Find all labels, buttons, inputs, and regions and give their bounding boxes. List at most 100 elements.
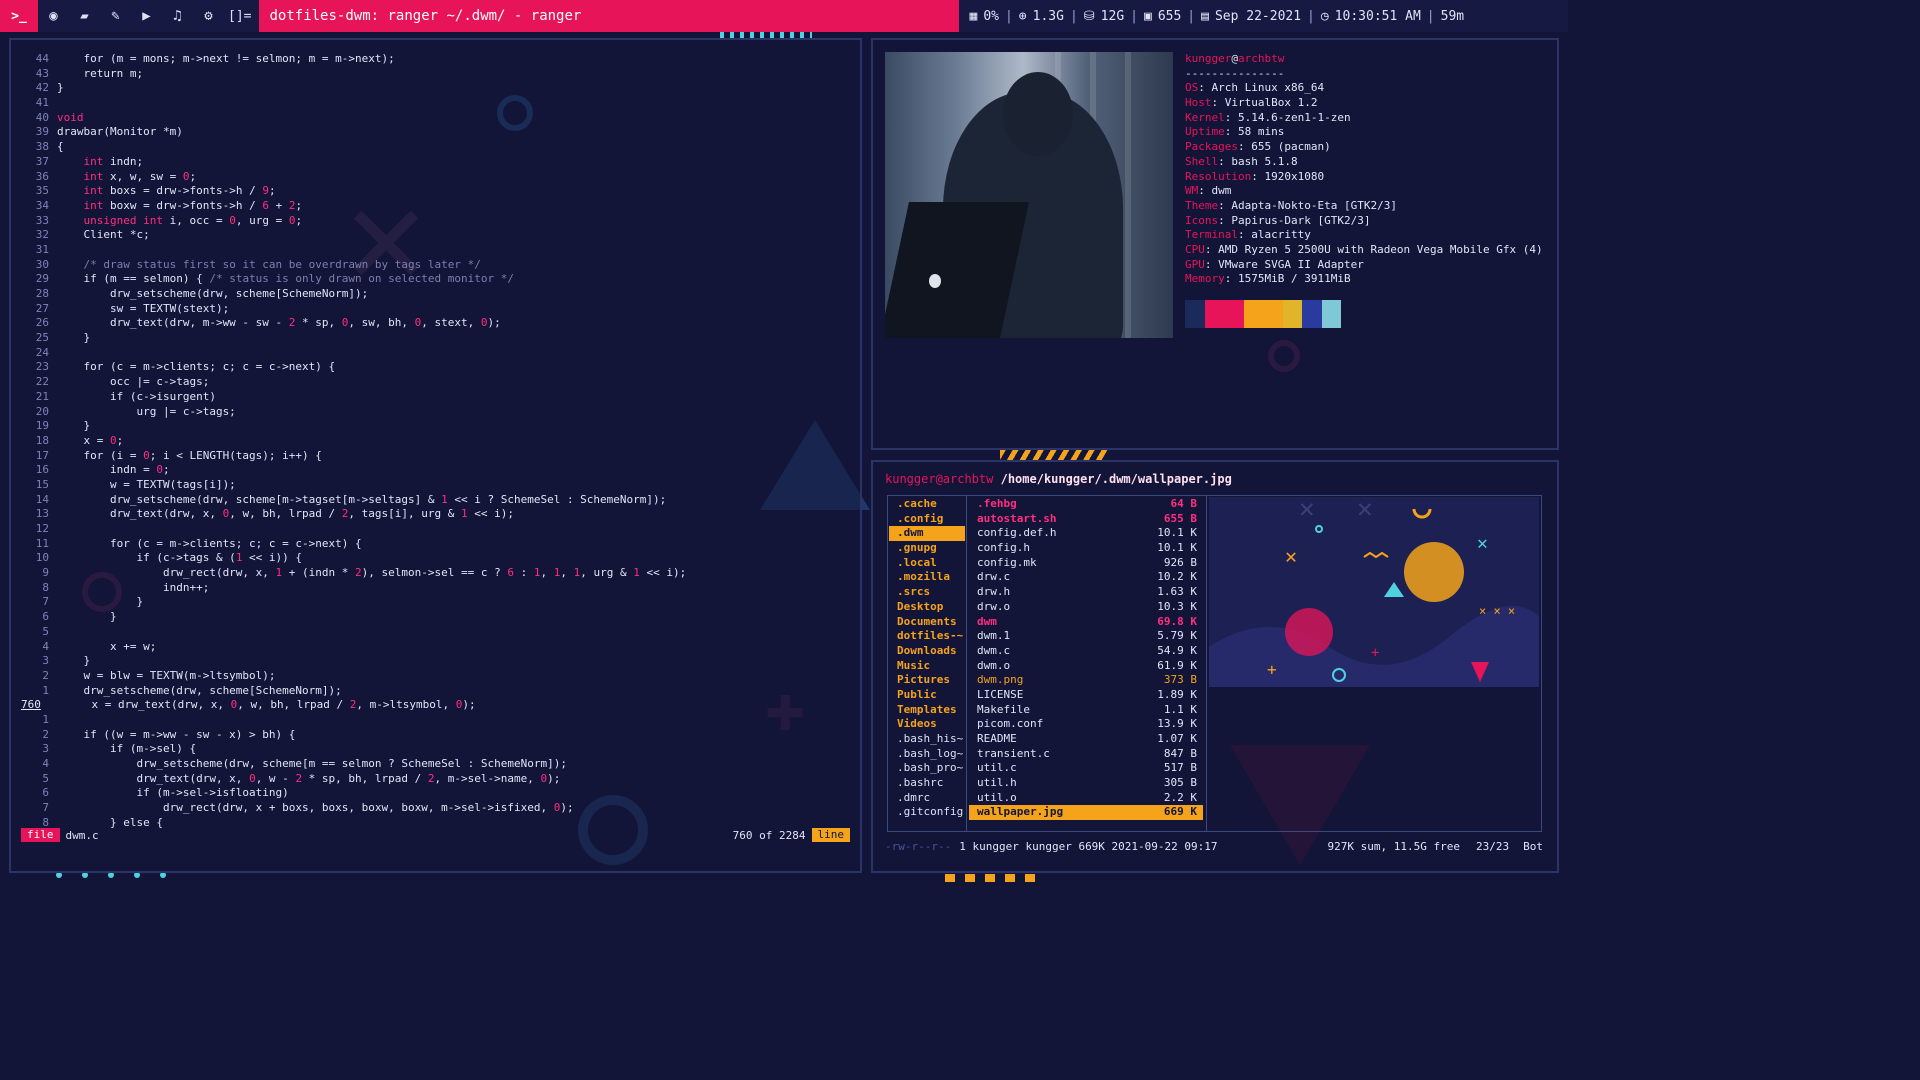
code-line[interactable]: 1 — [21, 713, 686, 728]
file-list-item[interactable]: .fehbg 64 B — [969, 497, 1203, 512]
file-list-item[interactable]: README 1.07 K — [969, 732, 1203, 747]
code-line[interactable]: 7 } — [21, 595, 686, 610]
parent-list-item[interactable]: Music — [889, 659, 965, 674]
file-list-item[interactable]: dwm.c 54.9 K — [969, 644, 1203, 659]
parent-list-item[interactable]: .dmrc — [889, 791, 965, 806]
parent-list-item[interactable]: .gitconfig — [889, 805, 965, 820]
code-line[interactable]: 27 sw = TEXTW(stext); — [21, 302, 686, 317]
parent-directory-column[interactable]: .cache .config .dwm .gnupg .local .mozilla .sr… — [889, 497, 965, 820]
file-list-item[interactable]: drw.c 10.2 K — [969, 570, 1203, 585]
file-list-item[interactable]: config.mk 926 B — [969, 556, 1203, 571]
parent-list-item[interactable]: Desktop — [889, 600, 965, 615]
code-line[interactable]: 17 for (i = 0; i < LENGTH(tags); i++) { — [21, 449, 686, 464]
parent-list-item[interactable]: dotfiles-~ — [889, 629, 965, 644]
file-list-item[interactable]: dwm.png 373 B — [969, 673, 1203, 688]
parent-list-item[interactable]: .mozilla — [889, 570, 965, 585]
code-line[interactable]: 16 indn = 0; — [21, 463, 686, 478]
code-line[interactable]: 4 drw_setscheme(drw, scheme[m == selmon … — [21, 757, 686, 772]
code-line[interactable]: 34 int boxw = drw->fonts->h / 6 + 2; — [21, 199, 686, 214]
code-view[interactable]: 44 for (m = mons; m->next != selmon; m =… — [21, 52, 686, 830]
parent-list-item[interactable]: .gnupg — [889, 541, 965, 556]
file-list-item[interactable]: Makefile 1.1 K — [969, 703, 1203, 718]
code-line[interactable]: 5 drw_text(drw, x, 0, w - 2 * sp, bh, lr… — [21, 772, 686, 787]
file-list-item[interactable]: picom.conf 13.9 K — [969, 717, 1203, 732]
code-line[interactable]: 3 if (m->sel) { — [21, 742, 686, 757]
code-line[interactable]: 21 if (c->isurgent) — [21, 390, 686, 405]
code-line[interactable]: 36 int x, w, sw = 0; — [21, 170, 686, 185]
layout-symbol[interactable]: []= — [228, 9, 251, 24]
code-line[interactable]: 23 for (c = m->clients; c; c = c->next) … — [21, 360, 686, 375]
code-line[interactable]: 25 } — [21, 331, 686, 346]
code-line[interactable]: 19 } — [21, 419, 686, 434]
parent-list-item[interactable]: .bash_his~ — [889, 732, 965, 747]
code-line[interactable]: 1 drw_setscheme(drw, scheme[SchemeNorm])… — [21, 684, 686, 699]
code-line[interactable]: 40 void — [21, 111, 686, 126]
file-list-item[interactable]: drw.o 10.3 K — [969, 600, 1203, 615]
code-line[interactable]: 18 x = 0; — [21, 434, 686, 449]
code-line[interactable]: 44 for (m = mons; m->next != selmon; m =… — [21, 52, 686, 67]
file-list-item[interactable]: config.h 10.1 K — [969, 541, 1203, 556]
firefox-icon[interactable]: ◉ — [38, 8, 69, 24]
code-line[interactable]: 3 } — [21, 654, 686, 669]
parent-list-item[interactable]: .dwm — [889, 526, 965, 542]
neofetch-window[interactable]: kungger@archbtw --------------- OS: Arch… — [871, 38, 1559, 450]
code-line[interactable]: 13 drw_text(drw, x, 0, w, bh, lrpad / 2,… — [21, 507, 686, 522]
code-line[interactable]: 760 x = drw_text(drw, x, 0, w, bh, lrpad… — [21, 698, 686, 713]
parent-list-item[interactable]: Templates — [889, 703, 965, 718]
code-line[interactable]: 7 drw_rect(drw, x + boxs, boxs, boxw, bo… — [21, 801, 686, 816]
ranger-window[interactable]: kungger@archbtw /home/kungger/.dwm/wallp… — [871, 460, 1559, 873]
code-line[interactable]: 42} — [21, 81, 686, 96]
code-line[interactable]: 31 — [21, 243, 686, 258]
parent-list-item[interactable]: Pictures — [889, 673, 965, 688]
code-line[interactable]: 35 int boxs = drw->fonts->h / 9; — [21, 184, 686, 199]
code-line[interactable]: 24 — [21, 346, 686, 361]
parent-list-item[interactable]: .cache — [889, 497, 965, 512]
code-line[interactable]: 6 } — [21, 610, 686, 625]
parent-list-item[interactable]: .bashrc — [889, 776, 965, 791]
code-line[interactable]: 5 — [21, 625, 686, 640]
code-line[interactable]: 43 return m; — [21, 67, 686, 82]
file-list-item[interactable]: transient.c 847 B — [969, 747, 1203, 762]
file-list-item[interactable]: drw.h 1.63 K — [969, 585, 1203, 600]
code-line[interactable]: 11 for (c = m->clients; c; c = c->next) … — [21, 537, 686, 552]
code-line[interactable]: 30 /* draw status first so it can be ove… — [21, 258, 686, 273]
file-list-item[interactable]: autostart.sh 655 B — [969, 512, 1203, 527]
file-list-item[interactable]: wallpaper.jpg 669 K — [969, 805, 1203, 821]
code-line[interactable]: 8 indn++; — [21, 581, 686, 596]
code-line[interactable]: 2 w = blw = TEXTW(m->ltsymbol); — [21, 669, 686, 684]
parent-list-item[interactable]: .bash_pro~ — [889, 761, 965, 776]
current-directory-column[interactable]: .fehbg 64 B autostart.sh 655 B config.def.h 1… — [969, 497, 1203, 821]
code-line[interactable]: 26 drw_text(drw, m->ww - sw - 2 * sp, 0,… — [21, 316, 686, 331]
terminal-launcher-icon[interactable]: >_ — [0, 0, 38, 32]
file-list-item[interactable]: util.h 305 B — [969, 776, 1203, 791]
file-list-item[interactable]: dwm 69.8 K — [969, 615, 1203, 630]
file-list-item[interactable]: util.c 517 B — [969, 761, 1203, 776]
file-list-item[interactable]: config.def.h 10.1 K — [969, 526, 1203, 541]
file-list-item[interactable]: dwm.1 5.79 K — [969, 629, 1203, 644]
file-list-item[interactable]: dwm.o 61.9 K — [969, 659, 1203, 674]
code-line[interactable]: 32 Client *c; — [21, 228, 686, 243]
code-line[interactable]: 33 unsigned int i, occ = 0, urg = 0; — [21, 214, 686, 229]
parent-list-item[interactable]: Downloads — [889, 644, 965, 659]
code-line[interactable]: 37 int indn; — [21, 155, 686, 170]
code-line[interactable]: 29 if (m == selmon) { /* status is only … — [21, 272, 686, 287]
code-line[interactable]: 10 if (c->tags & (1 << i)) { — [21, 551, 686, 566]
code-line[interactable]: 28 drw_setscheme(drw, scheme[SchemeNorm]… — [21, 287, 686, 302]
edit-icon[interactable]: ✎ — [100, 8, 131, 24]
code-line[interactable]: 20 urg |= c->tags; — [21, 405, 686, 420]
parent-list-item[interactable]: .srcs — [889, 585, 965, 600]
parent-list-item[interactable]: Public — [889, 688, 965, 703]
music-icon[interactable]: ♫ — [162, 8, 193, 24]
parent-list-item[interactable]: .local — [889, 556, 965, 571]
code-line[interactable]: 22 occ |= c->tags; — [21, 375, 686, 390]
folder-icon[interactable]: ▰ — [69, 8, 100, 24]
parent-list-item[interactable]: Videos — [889, 717, 965, 732]
parent-list-item[interactable]: .config — [889, 512, 965, 527]
editor-window[interactable]: 44 for (m = mons; m->next != selmon; m =… — [9, 38, 862, 873]
parent-list-item[interactable]: .bash_log~ — [889, 747, 965, 762]
file-list-item[interactable]: util.o 2.2 K — [969, 791, 1203, 806]
code-line[interactable]: 39 drawbar(Monitor *m) — [21, 125, 686, 140]
code-line[interactable]: 14 drw_setscheme(drw, scheme[m->tagset[m… — [21, 493, 686, 508]
gear-icon[interactable]: ⚙ — [193, 8, 224, 24]
video-icon[interactable]: ▶ — [131, 8, 162, 24]
